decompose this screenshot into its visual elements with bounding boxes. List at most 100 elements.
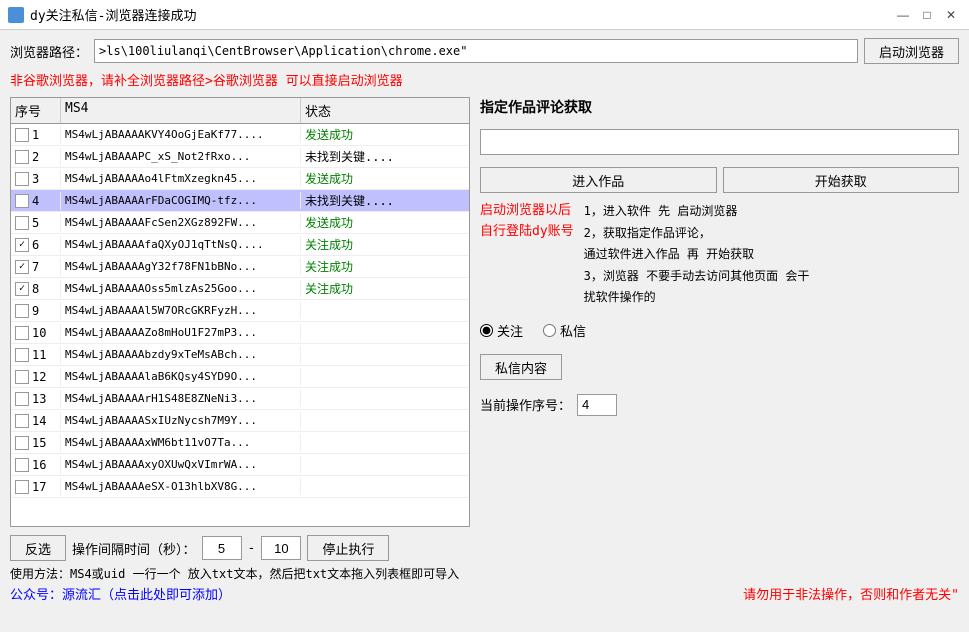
row-checkbox[interactable] — [15, 348, 29, 362]
instruction-line: 扰软件操作的 — [584, 287, 810, 309]
dash-separator: - — [248, 541, 256, 556]
row-seq-num: 7 — [32, 260, 39, 274]
table-cell-ms4: MS4wLjABAAAAKVY4OoGjEaKf77.... — [61, 126, 301, 143]
table-row: 5MS4wLjABAAAAFcSen2XGz892FW...发送成功 — [11, 212, 469, 234]
table-cell-seq: 14 — [11, 412, 61, 430]
private-msg-button[interactable]: 私信内容 — [480, 354, 562, 380]
minimize-button[interactable]: — — [893, 5, 913, 25]
maximize-button[interactable]: □ — [917, 5, 937, 25]
row-checkbox[interactable] — [15, 414, 29, 428]
radio-dm-label[interactable]: 私信 — [543, 321, 586, 340]
browser-label: 浏览器路径： — [10, 42, 88, 61]
row-checkbox[interactable]: ✓ — [15, 282, 29, 296]
row-seq-num: 15 — [32, 436, 46, 450]
table-cell-seq: 2 — [11, 148, 61, 166]
table-cell-status: 关注成功 — [301, 234, 469, 255]
interval-max-input[interactable] — [261, 536, 301, 560]
row-checkbox[interactable] — [15, 194, 29, 208]
right-btn-row: 进入作品 开始获取 — [480, 167, 959, 193]
row-seq-num: 16 — [32, 458, 46, 472]
table-cell-status — [301, 441, 469, 445]
row-seq-num: 3 — [32, 172, 39, 186]
row-seq-num: 8 — [32, 282, 39, 296]
col-header-status: 状态 — [301, 98, 469, 123]
col-header-seq: 序号 — [11, 98, 61, 123]
table-cell-seq: 12 — [11, 368, 61, 386]
row-checkbox[interactable] — [15, 458, 29, 472]
row-checkbox[interactable] — [15, 370, 29, 384]
window-controls: — □ ✕ — [893, 5, 961, 25]
row-checkbox[interactable] — [15, 150, 29, 164]
right-section-title: 指定作品评论获取 — [480, 97, 959, 117]
main-content: 浏览器路径： 启动浏览器 非谷歌浏览器，请补全浏览器路径>谷歌浏览器 可以直接启… — [0, 30, 969, 632]
table-cell-status: 未找到关键.... — [301, 146, 469, 167]
work-input[interactable] — [480, 129, 959, 155]
radio-follow-label[interactable]: 关注 — [480, 321, 523, 340]
table-cell-ms4: MS4wLjABAAAAgY32f78FN1bBNo... — [61, 258, 301, 275]
table-row: 9MS4wLjABAAAAl5W7ORcGKRFyzH... — [11, 300, 469, 322]
table-cell-status: 发送成功 — [301, 212, 469, 233]
instruction-line: 1，进入软件 先 启动浏览器 — [584, 201, 810, 223]
current-seq-input[interactable] — [577, 394, 617, 416]
row-checkbox[interactable] — [15, 392, 29, 406]
warning-text: 非谷歌浏览器，请补全浏览器路径>谷歌浏览器 可以直接启动浏览器 — [10, 70, 959, 89]
start-fetch-button[interactable]: 开始获取 — [723, 167, 960, 193]
table-row: 13MS4wLjABAAAArH1S48E8ZNeNi3... — [11, 388, 469, 410]
table-cell-seq: 10 — [11, 324, 61, 342]
launch-browser-button[interactable]: 启动浏览器 — [864, 38, 959, 64]
row-checkbox[interactable] — [15, 216, 29, 230]
table-cell-ms4: MS4wLjABAAAPC_xS_Not2fRxo... — [61, 148, 301, 165]
table-cell-seq: ✓7 — [11, 258, 61, 276]
panels: 序号 MS4 状态 1MS4wLjABAAAAKVY4OoGjEaKf77...… — [10, 97, 959, 527]
table-row: 4MS4wLjABAAAArFDaCOGIMQ-tfz...未找到关键.... — [11, 190, 469, 212]
window-title: dy关注私信-浏览器连接成功 — [30, 5, 893, 24]
row-checkbox[interactable]: ✓ — [15, 238, 29, 252]
browser-row: 浏览器路径： 启动浏览器 — [10, 38, 959, 64]
table-row: ✓7MS4wLjABAAAAgY32f78FN1bBNo...关注成功 — [11, 256, 469, 278]
table-cell-ms4: MS4wLjABAAAAlaB6KQsy4SYD9O... — [61, 368, 301, 385]
radio-dm[interactable] — [543, 324, 556, 337]
bottom-footer-row: 公众号：源流汇（点击此处即可添加） 请勿用于非法操作，否则和作者无关" — [10, 584, 959, 603]
table-cell-status — [301, 309, 469, 313]
table-cell-ms4: MS4wLjABAAAArH1S48E8ZNeNi3... — [61, 390, 301, 407]
reverse-select-button[interactable]: 反选 — [10, 535, 66, 561]
row-checkbox[interactable] — [15, 326, 29, 340]
table-cell-ms4: MS4wLjABAAAASxIUzNycsh7M9Y... — [61, 412, 301, 429]
row-checkbox[interactable] — [15, 128, 29, 142]
table-row: 14 MS4wLjABAAAASxIUzNycsh7M9Y... — [11, 410, 469, 432]
row-seq-num: 17 — [32, 480, 46, 494]
interval-min-input[interactable] — [202, 536, 242, 560]
stop-execute-button[interactable]: 停止执行 — [307, 535, 389, 561]
row-checkbox[interactable] — [15, 480, 29, 494]
instruction-line: 2，获取指定作品评论， — [584, 223, 810, 245]
table-cell-status — [301, 375, 469, 379]
row-seq-num: 14 — [32, 414, 46, 428]
table-cell-status: 发送成功 — [301, 124, 469, 145]
row-seq-num: 2 — [32, 150, 39, 164]
table-body[interactable]: 1MS4wLjABAAAAKVY4OoGjEaKf77....发送成功2MS4w… — [11, 124, 469, 526]
private-btn-row: 私信内容 — [480, 354, 959, 380]
close-button[interactable]: ✕ — [941, 5, 961, 25]
table-cell-seq: 15 — [11, 434, 61, 452]
table-cell-ms4: MS4wLjABAAAAOss5mlzAs25Goo... — [61, 280, 301, 297]
row-checkbox[interactable]: ✓ — [15, 260, 29, 274]
radio-follow[interactable] — [480, 324, 493, 337]
table-cell-seq: 3 — [11, 170, 61, 188]
browser-path-input[interactable] — [94, 39, 858, 63]
enter-work-button[interactable]: 进入作品 — [480, 167, 717, 193]
table-cell-seq: 9 — [11, 302, 61, 320]
table-cell-ms4: MS4wLjABAAAAeSX-O13hlbXV8G... — [61, 478, 301, 495]
row-seq-num: 9 — [32, 304, 39, 318]
table-row: 16 MS4wLjABAAAAxyOXUwQxVImrWA... — [11, 454, 469, 476]
row-seq-num: 1 — [32, 128, 39, 142]
public-account-link[interactable]: 公众号：源流汇（点击此处即可添加） — [10, 584, 231, 603]
table-row: 11MS4wLjABAAAAbzdy9xTeMsABch... — [11, 344, 469, 366]
row-checkbox[interactable] — [15, 304, 29, 318]
title-bar: dy关注私信-浏览器连接成功 — □ ✕ — [0, 0, 969, 30]
current-seq-row: 当前操作序号： — [480, 394, 959, 416]
bottom-controls-row: 反选 操作间隔时间（秒）： - 停止执行 — [10, 535, 959, 561]
row-checkbox[interactable] — [15, 436, 29, 450]
table-cell-ms4: MS4wLjABAAAAxyOXUwQxVImrWA... — [61, 456, 301, 473]
row-checkbox[interactable] — [15, 172, 29, 186]
table-cell-ms4: MS4wLjABAAAAFcSen2XGz892FW... — [61, 214, 301, 231]
